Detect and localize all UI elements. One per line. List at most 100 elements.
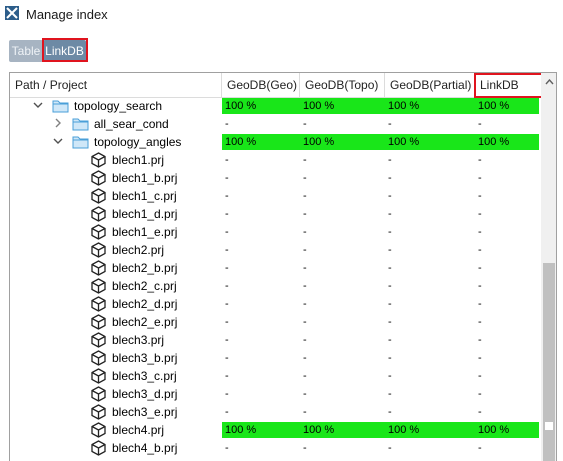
tree-project-row[interactable]: blech2_c.prj - - - - xyxy=(10,277,539,295)
project-cube-icon xyxy=(90,314,107,330)
tree-project-row[interactable]: blech1_d.prj - - - - xyxy=(10,205,539,223)
linkdb-cell: - xyxy=(478,226,482,238)
geodb-geo-cell: - xyxy=(225,298,229,310)
geodb-geo-cell: - xyxy=(225,208,229,220)
row-name: blech2_e.prj xyxy=(112,315,178,329)
tree-project-row[interactable]: blech1_c.prj - - - - xyxy=(10,187,539,205)
linkdb-cell: 100 % xyxy=(475,98,539,114)
geodb-topo-cell: - xyxy=(303,226,307,238)
linkdb-cell: - xyxy=(478,406,482,418)
tree-project-row[interactable]: blech2.prj - - - - xyxy=(10,241,539,259)
column-header-geodb-geo[interactable]: GeoDB(Geo) xyxy=(222,73,300,97)
geodb-partial-cell: - xyxy=(388,442,392,454)
tools-icon xyxy=(5,6,19,20)
geodb-geo-cell: - xyxy=(225,334,229,346)
row-name: blech4_b.prj xyxy=(112,441,178,455)
tree-project-row[interactable]: blech3_e.prj - - - - xyxy=(10,403,539,421)
linkdb-cell: - xyxy=(478,172,482,184)
tree-project-row[interactable]: blech3.prj - - - - xyxy=(10,331,539,349)
geodb-geo-cell: - xyxy=(225,190,229,202)
tree-project-row[interactable]: blech3_b.prj - - - - xyxy=(10,349,539,367)
tree-project-row[interactable]: blech3_c.prj - - - - xyxy=(10,367,539,385)
tree-project-row[interactable]: blech4.prj 100 % 100 % 100 % 100 % xyxy=(10,421,539,439)
geodb-geo-cell: 100 % xyxy=(222,98,300,114)
row-name: all_sear_cond xyxy=(94,117,169,131)
row-name: topology_search xyxy=(74,99,163,113)
tree-folder-row[interactable]: topology_search 100 % 100 % 100 % 100 % xyxy=(10,97,539,115)
folder-icon xyxy=(72,116,89,132)
tree-project-row[interactable]: blech2_d.prj - - - - xyxy=(10,295,539,313)
geodb-topo-cell: - xyxy=(303,190,307,202)
row-name: topology_angles xyxy=(94,135,182,149)
column-header-geodb-partial[interactable]: GeoDB(Partial) xyxy=(385,73,475,97)
row-name: blech3_e.prj xyxy=(112,405,178,419)
geodb-topo-cell: - xyxy=(303,388,307,400)
scroll-up-icon[interactable] xyxy=(541,73,556,90)
geodb-topo-cell: - xyxy=(303,316,307,328)
linkdb-cell: - xyxy=(478,298,482,310)
geodb-geo-cell: - xyxy=(225,172,229,184)
geodb-geo-cell: - xyxy=(225,406,229,418)
linkdb-cell: - xyxy=(478,118,482,130)
geodb-partial-cell: - xyxy=(388,370,392,382)
row-name: blech3.prj xyxy=(112,333,165,347)
geodb-partial-cell: - xyxy=(388,334,392,346)
vertical-scrollbar[interactable] xyxy=(541,73,556,461)
linkdb-view-button[interactable]: LinkDB xyxy=(43,40,86,62)
chevron-down-icon[interactable] xyxy=(32,100,44,112)
geodb-geo-cell: - xyxy=(225,226,229,238)
linkdb-cell: 100 % xyxy=(475,134,539,150)
geodb-partial-cell: - xyxy=(388,118,392,130)
tree-project-row[interactable]: blech1_e.prj - - - - xyxy=(10,223,539,241)
folder-icon xyxy=(52,98,69,114)
row-name: blech3_c.prj xyxy=(112,369,177,383)
geodb-geo-cell: - xyxy=(225,280,229,292)
tree-project-row[interactable]: blech2_b.prj - - - - xyxy=(10,259,539,277)
project-cube-icon xyxy=(90,422,107,438)
geodb-topo-cell: - xyxy=(303,406,307,418)
linkdb-cell: - xyxy=(478,190,482,202)
linkdb-cell: - xyxy=(478,316,482,328)
geodb-topo-cell: 100 % xyxy=(300,422,385,438)
geodb-geo-cell: 100 % xyxy=(222,134,300,150)
project-cube-icon xyxy=(90,440,107,456)
chevron-right-icon[interactable] xyxy=(52,118,64,130)
column-header-path[interactable]: Path / Project xyxy=(10,73,222,97)
geodb-partial-cell: 100 % xyxy=(385,134,475,150)
linkdb-cell: - xyxy=(478,370,482,382)
linkdb-cell: - xyxy=(478,334,482,346)
tree-project-row[interactable]: blech3_d.prj - - - - xyxy=(10,385,539,403)
geodb-topo-cell: - xyxy=(303,244,307,256)
scroll-thumb[interactable] xyxy=(543,263,555,461)
project-cube-icon xyxy=(90,278,107,294)
tree-project-row[interactable]: blech2_e.prj - - - - xyxy=(10,313,539,331)
tree-folder-row[interactable]: topology_angles 100 % 100 % 100 % 100 % xyxy=(10,133,539,151)
geodb-topo-cell: 100 % xyxy=(300,134,385,150)
row-name: blech3_d.prj xyxy=(112,387,178,401)
linkdb-cell: - xyxy=(478,352,482,364)
chevron-down-icon[interactable] xyxy=(52,136,64,148)
project-cube-icon xyxy=(90,350,107,366)
project-cube-icon xyxy=(90,296,107,312)
geodb-topo-cell: - xyxy=(303,154,307,166)
project-cube-icon xyxy=(90,206,107,222)
index-tree-table: Path / Project GeoDB(Geo) GeoDB(Topo) Ge… xyxy=(9,72,557,461)
geodb-topo-cell: - xyxy=(303,442,307,454)
linkdb-cell: - xyxy=(478,280,482,292)
geodb-partial-cell: - xyxy=(388,262,392,274)
column-header-geodb-topo[interactable]: GeoDB(Topo) xyxy=(300,73,385,97)
geodb-partial-cell: - xyxy=(388,226,392,238)
tree-project-row[interactable]: blech4_b.prj - - - - xyxy=(10,439,539,457)
tree-folder-row[interactable]: all_sear_cond - - - - xyxy=(10,115,539,133)
tree-project-row[interactable]: blech1.prj - - - - xyxy=(10,151,539,169)
tree-project-row[interactable]: blech1_b.prj - - - - xyxy=(10,169,539,187)
row-name: blech2.prj xyxy=(112,243,165,257)
geodb-partial-cell: 100 % xyxy=(385,98,475,114)
geodb-geo-cell: - xyxy=(225,244,229,256)
geodb-geo-cell: - xyxy=(225,154,229,166)
geodb-geo-cell: - xyxy=(225,262,229,274)
geodb-topo-cell: - xyxy=(303,172,307,184)
table-view-button[interactable]: Table xyxy=(9,40,43,62)
linkdb-cell: - xyxy=(478,442,482,454)
column-header-linkdb[interactable]: LinkDB xyxy=(475,73,539,97)
